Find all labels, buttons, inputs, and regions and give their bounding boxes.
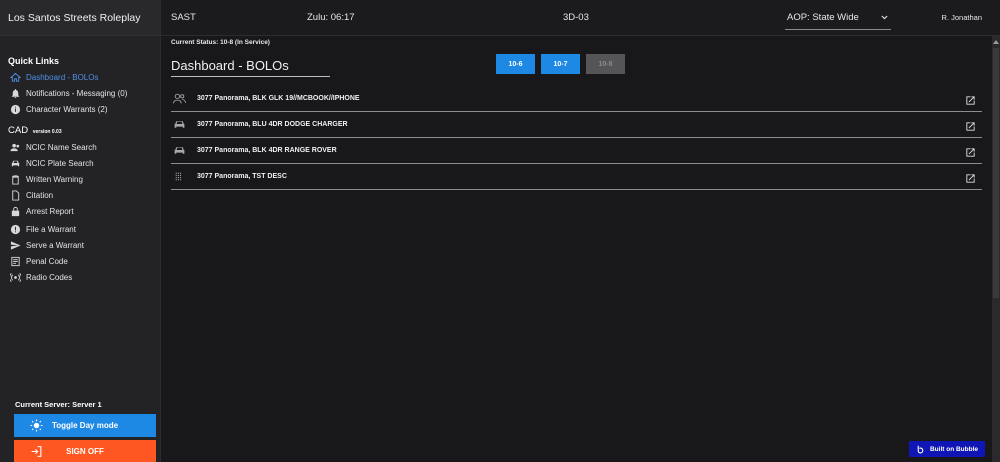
- clipboard-icon: [9, 173, 21, 185]
- grid-icon: [173, 171, 189, 183]
- bolo-list: 3077 Panorama, BLK GLK 19//MCBOOK//IPHON…: [171, 86, 982, 190]
- radio-icon: [9, 271, 21, 283]
- sidebar-item-notifications[interactable]: Notifications - Messaging (0): [9, 85, 160, 101]
- bolo-text: 3077 Panorama, TST DESC: [197, 173, 287, 180]
- car-icon: [9, 157, 21, 169]
- bolo-row[interactable]: 3077 Panorama, BLK GLK 19//MCBOOK//IPHON…: [171, 86, 982, 112]
- sun-icon: [30, 419, 43, 432]
- scrollbar[interactable]: [992, 36, 1000, 462]
- page-title: Dashboard - BOLOs: [171, 58, 330, 77]
- lock-icon: [9, 205, 21, 217]
- open-external-icon[interactable]: [965, 145, 976, 157]
- sidebar-item-file-warrant[interactable]: File a Warrant: [9, 221, 160, 237]
- sidebar-item-ncic-name-search[interactable]: NCIC Name Search: [9, 139, 160, 155]
- bolo-row[interactable]: 3077 Panorama, BLK 4DR RANGE ROVER: [171, 138, 982, 164]
- cad-title: CAD: [8, 125, 29, 136]
- sidebar-item-citation[interactable]: Citation: [9, 187, 160, 203]
- scroll-thumb[interactable]: [993, 48, 999, 298]
- bolo-row[interactable]: 3077 Panorama, TST DESC: [171, 164, 982, 190]
- home-icon: [9, 71, 21, 83]
- built-on-bubble-badge[interactable]: Built on Bubble: [909, 441, 985, 457]
- bolo-text: 3077 Panorama, BLK GLK 19//MCBOOK//IPHON…: [197, 95, 360, 102]
- people-icon: [173, 93, 189, 105]
- file-icon: [9, 189, 21, 201]
- sidebar-item-label: Notifications - Messaging (0): [26, 88, 128, 98]
- status-code-buttons: 10-6 10-7 10-8: [496, 54, 625, 74]
- info-icon: [9, 103, 21, 115]
- sign-out-icon: [31, 446, 42, 457]
- car-icon: [173, 145, 189, 157]
- user-name[interactable]: R. Jonathan: [942, 13, 982, 22]
- sidebar-item-label: Citation: [26, 190, 54, 200]
- sidebar-item-written-warning[interactable]: Written Warning: [9, 171, 160, 187]
- sidebar-item-character-warrants[interactable]: Character Warrants (2): [9, 101, 160, 117]
- code-10-7-button[interactable]: 10-7: [541, 54, 580, 74]
- aop-select[interactable]: AOP: State Wide: [785, 6, 891, 30]
- document-icon: [9, 255, 21, 267]
- send-icon: [9, 239, 21, 251]
- bubble-logo-icon: [917, 445, 924, 453]
- sidebar-item-label: File a Warrant: [26, 224, 76, 234]
- users-icon: [9, 141, 21, 153]
- code-10-6-button[interactable]: 10-6: [496, 54, 535, 74]
- bolo-text: 3077 Panorama, BLK 4DR RANGE ROVER: [197, 147, 337, 154]
- current-status: Current Status: 10-8 (In Service): [171, 39, 270, 46]
- cad-version: version 0.03: [32, 129, 62, 135]
- sidebar-item-label: Arrest Report: [26, 206, 74, 216]
- sidebar-item-label: Serve a Warrant: [26, 240, 84, 250]
- quick-links-list: Dashboard - BOLOs Notifications - Messag…: [0, 69, 160, 117]
- scroll-up-arrow[interactable]: [993, 40, 999, 44]
- app-title: Los Santos Streets Roleplay: [0, 0, 160, 36]
- aop-value: AOP: State Wide: [787, 12, 859, 23]
- sidebar-item-label: Penal Code: [26, 256, 68, 266]
- top-bar: SAST Zulu: 06:17 3D-03 AOP: State Wide R…: [161, 0, 1000, 36]
- toggle-day-mode-label: Toggle Day mode: [51, 421, 119, 430]
- sidebar-item-penal-code[interactable]: Penal Code: [9, 253, 160, 269]
- built-on-bubble-label: Built on Bubble: [929, 445, 979, 453]
- code-10-8-button: 10-8: [586, 54, 625, 74]
- sidebar-item-radio-codes[interactable]: Radio Codes: [9, 269, 160, 285]
- sidebar-item-label: NCIC Plate Search: [26, 158, 94, 168]
- zulu-time: Zulu: 06:17: [307, 12, 355, 23]
- timezone-label: SAST: [171, 12, 196, 23]
- sign-off-label: SIGN OFF: [66, 447, 104, 456]
- sidebar-item-label: Character Warrants (2): [26, 104, 108, 114]
- alert-icon: [9, 223, 21, 235]
- sidebar-item-arrest-report[interactable]: Arrest Report: [9, 203, 160, 219]
- bolo-text: 3077 Panorama, BLU 4DR DODGE CHARGER: [197, 121, 348, 128]
- sidebar: Los Santos Streets Roleplay Quick Links …: [0, 0, 161, 462]
- current-server-label: Current Server: Server 1: [15, 400, 102, 409]
- sidebar-item-serve-warrant[interactable]: Serve a Warrant: [9, 237, 160, 253]
- bolo-row[interactable]: 3077 Panorama, BLU 4DR DODGE CHARGER: [171, 112, 982, 138]
- chevron-down-icon: [881, 15, 888, 20]
- quick-links-heading: Quick Links: [8, 56, 60, 66]
- cad-links-list: NCIC Name Search NCIC Plate Search Writt…: [0, 139, 160, 285]
- open-external-icon[interactable]: [965, 119, 976, 131]
- sidebar-item-dashboard[interactable]: Dashboard - BOLOs: [9, 69, 160, 85]
- main-content: Current Status: 10-8 (In Service) Dashbo…: [161, 36, 1000, 462]
- bell-icon: [9, 87, 21, 99]
- sidebar-item-ncic-plate-search[interactable]: NCIC Plate Search: [9, 155, 160, 171]
- sidebar-item-label: NCIC Name Search: [26, 142, 97, 152]
- toggle-day-mode-button[interactable]: Toggle Day mode: [14, 414, 156, 437]
- car-icon: [173, 119, 189, 131]
- open-external-icon[interactable]: [965, 93, 976, 105]
- open-external-icon[interactable]: [965, 171, 976, 183]
- unit-number: 3D-03: [563, 12, 589, 23]
- sidebar-item-label: Radio Codes: [26, 272, 73, 282]
- sidebar-item-label: Written Warning: [26, 174, 83, 184]
- sign-off-button[interactable]: SIGN OFF: [14, 440, 156, 462]
- cad-heading: CAD version 0.03: [0, 125, 160, 136]
- sidebar-item-label: Dashboard - BOLOs: [26, 72, 99, 82]
